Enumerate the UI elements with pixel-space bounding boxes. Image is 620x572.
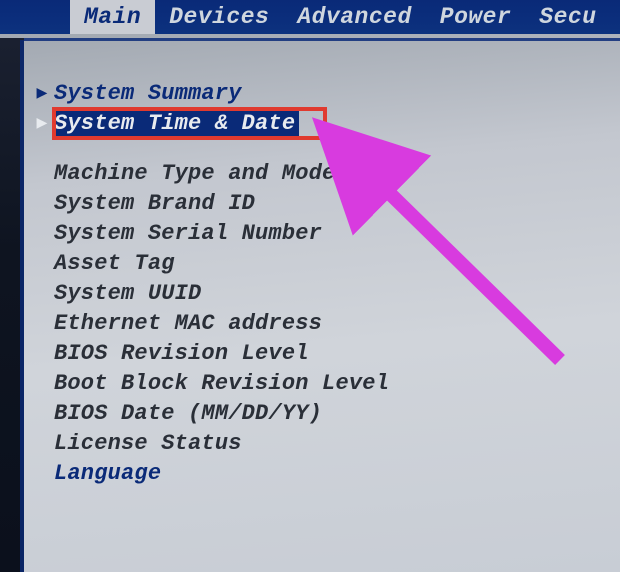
field-label: Machine Type and Model (54, 161, 349, 186)
field-label: System Brand ID (54, 191, 255, 216)
triangle-right-icon: ▶ (30, 112, 54, 134)
tab-main[interactable]: Main (70, 0, 155, 34)
field-label: BIOS Date (MM/DD/YY) (54, 401, 322, 426)
tab-security[interactable]: Secu (525, 0, 610, 34)
tab-advanced[interactable]: Advanced (283, 0, 425, 34)
submenu-system-time-date[interactable]: ▶ System Time & Date (30, 108, 620, 138)
field-license-status: License Status (30, 428, 620, 458)
field-label: System UUID (54, 281, 201, 306)
field-label: Asset Tag (54, 251, 175, 276)
field-system-uuid: System UUID (30, 278, 620, 308)
field-language[interactable]: Language (30, 458, 620, 488)
field-bios-date: BIOS Date (MM/DD/YY) (30, 398, 620, 428)
triangle-right-icon: ▶ (30, 82, 54, 104)
field-system-serial-number: System Serial Number (30, 218, 620, 248)
field-label: BIOS Revision Level (54, 341, 309, 366)
main-panel: ▶ System Summary ▶ System Time & Date Ma… (30, 78, 620, 488)
field-label: License Status (54, 431, 242, 456)
bios-screen: Main Devices Advanced Power Secu ▶ Syste… (0, 0, 620, 572)
field-bios-revision: BIOS Revision Level (30, 338, 620, 368)
field-system-brand-id: System Brand ID (30, 188, 620, 218)
field-label: Language (54, 461, 161, 486)
submenu-label: System Summary (54, 81, 242, 106)
tab-devices[interactable]: Devices (155, 0, 283, 34)
tab-power[interactable]: Power (426, 0, 526, 34)
frame-inner-line (20, 40, 24, 572)
submenu-system-summary[interactable]: ▶ System Summary (30, 78, 620, 108)
highlight-box (52, 107, 327, 140)
menu-separator (24, 38, 620, 41)
field-asset-tag: Asset Tag (30, 248, 620, 278)
field-label: System Serial Number (54, 221, 322, 246)
menu-bar: Main Devices Advanced Power Secu (0, 0, 620, 34)
field-ethernet-mac: Ethernet MAC address (30, 308, 620, 338)
field-label: Ethernet MAC address (54, 311, 322, 336)
field-boot-block-revision: Boot Block Revision Level (30, 368, 620, 398)
field-label: Boot Block Revision Level (54, 371, 389, 396)
field-machine-type-model: Machine Type and Model (30, 158, 620, 188)
